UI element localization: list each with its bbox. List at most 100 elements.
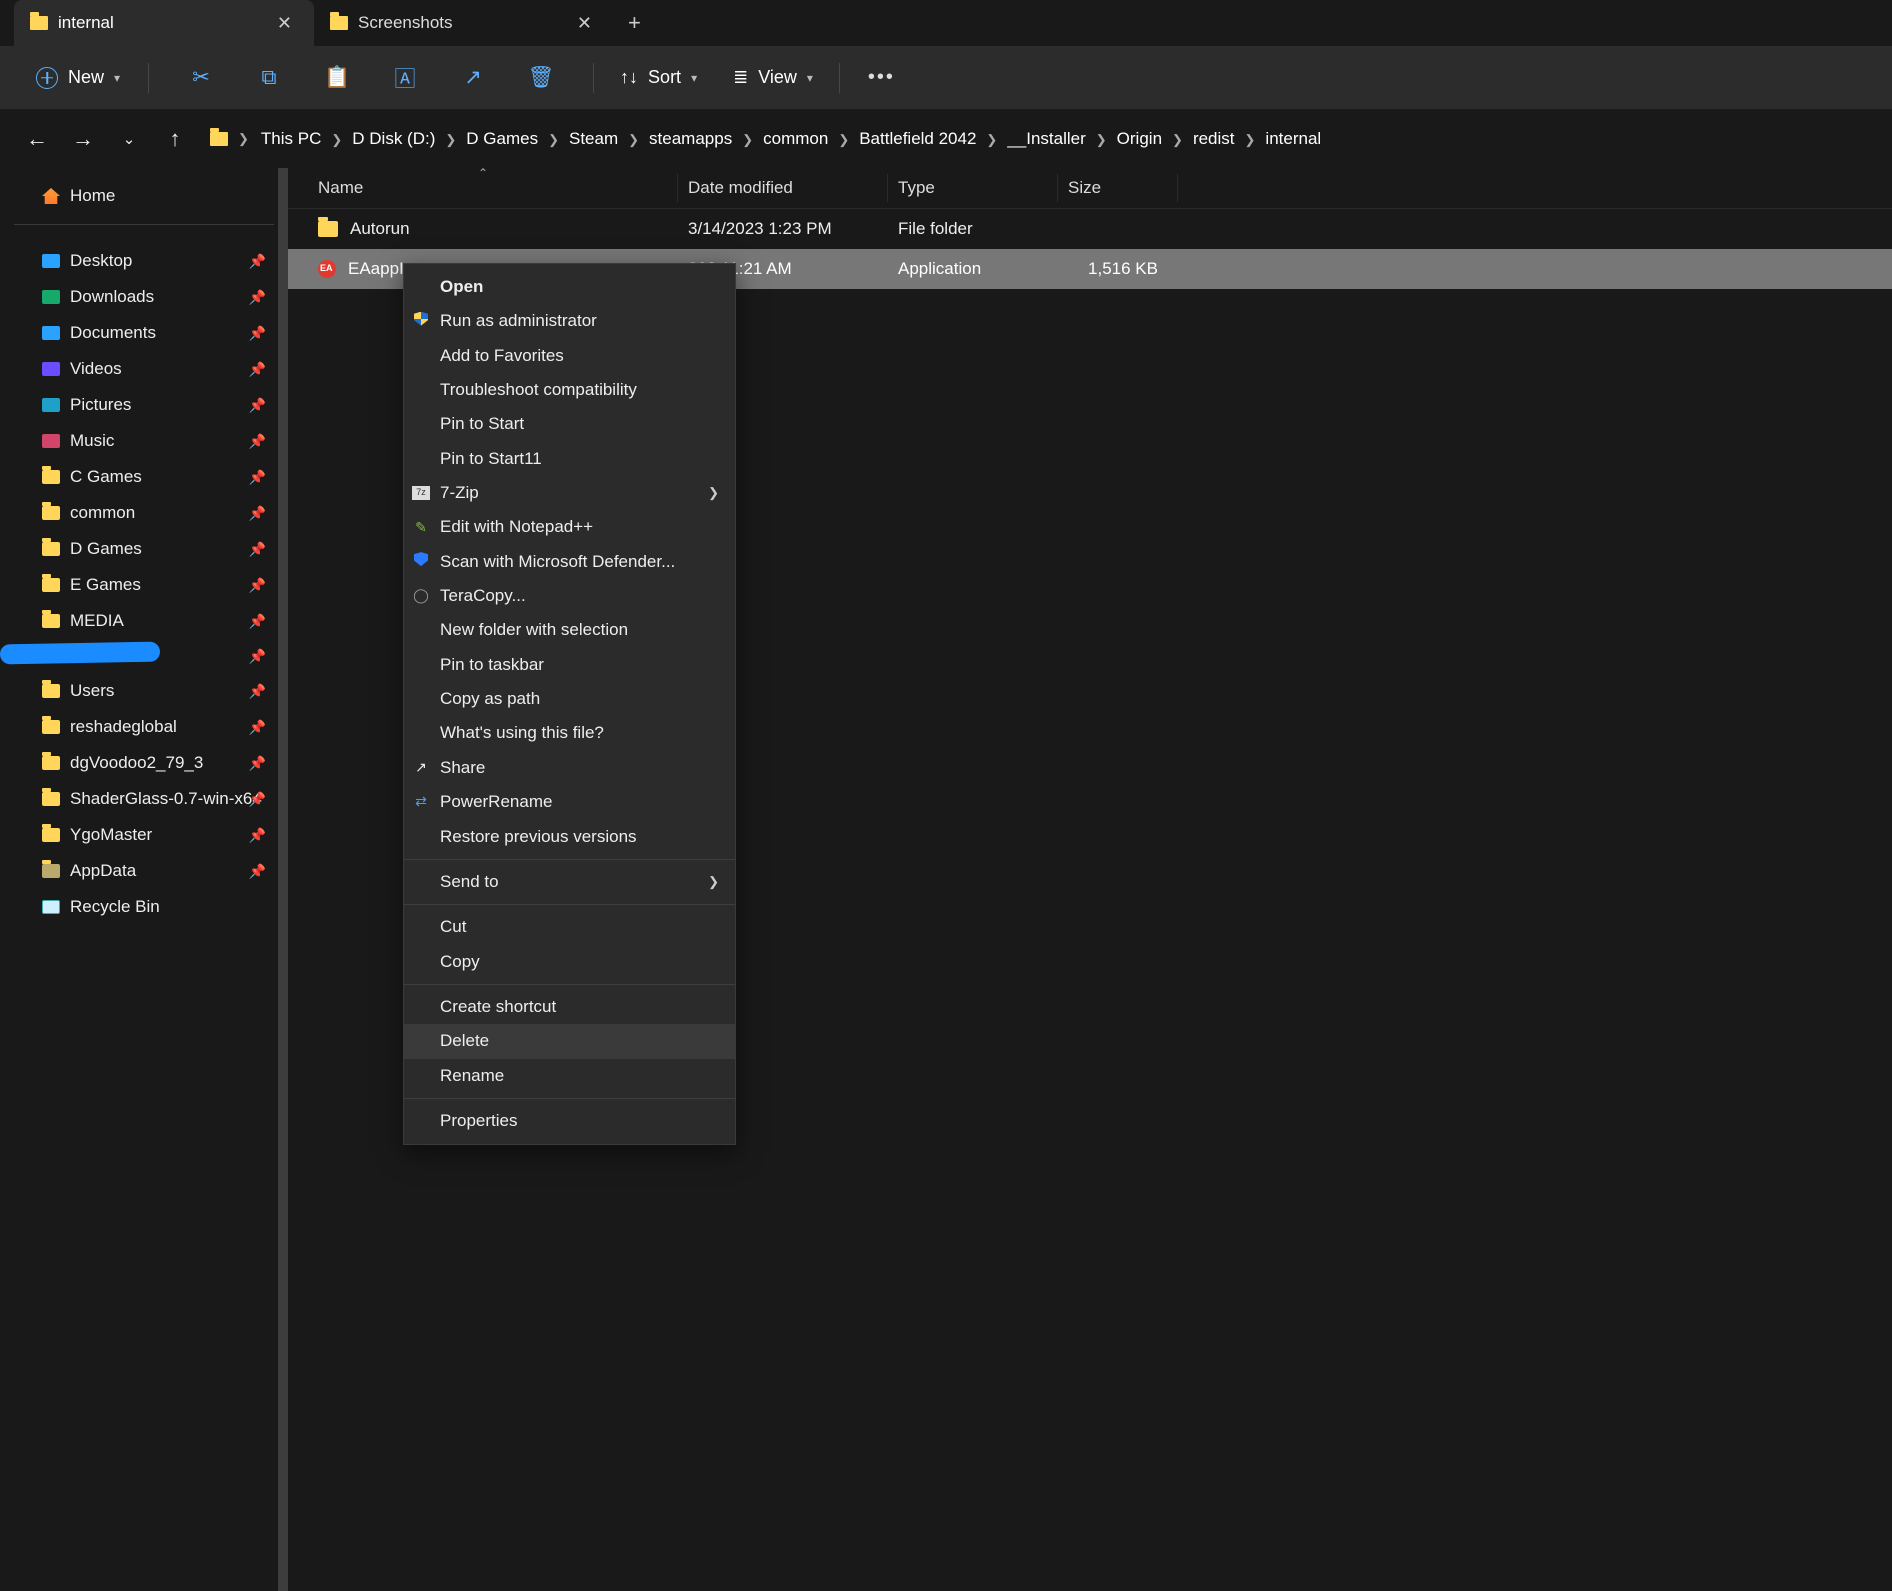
breadcrumb-item[interactable]: D Games (458, 125, 546, 152)
menu-item[interactable]: Pin to taskbar (404, 648, 735, 682)
sort-button[interactable]: ↑↓ Sort ▾ (612, 61, 705, 94)
menu-item[interactable]: Properties (404, 1104, 735, 1138)
back-button[interactable]: ← (16, 126, 58, 152)
breadcrumb-item[interactable]: internal (1257, 125, 1329, 152)
tab-internal[interactable]: internal ✕ (14, 0, 314, 46)
chevron-right-icon: ❯ (740, 132, 755, 147)
menu-item[interactable]: Delete (404, 1024, 735, 1058)
sidebar-item[interactable]: YgoMaster📌 (0, 817, 288, 853)
menu-item[interactable]: ↗Share (404, 751, 735, 785)
sidebar-item[interactable]: E Games📌 (0, 567, 288, 603)
file-row[interactable]: Autorun3/14/2023 1:23 PMFile folder (288, 209, 1892, 249)
new-button[interactable]: New ▾ (26, 61, 130, 95)
sidebar-item[interactable]: D Games📌 (0, 531, 288, 567)
sidebar-item[interactable]: C Games📌 (0, 459, 288, 495)
sidebar-item[interactable]: MEDIA📌 (0, 603, 288, 639)
sidebar-item-label: dgVoodoo2_79_3 (70, 753, 203, 773)
menu-item-label: Troubleshoot compatibility (440, 377, 637, 403)
folder-icon (42, 542, 60, 556)
menu-item-label: Copy as path (440, 686, 540, 712)
folder-icon (330, 16, 348, 30)
add-tab-button[interactable]: + (614, 10, 655, 36)
menu-item[interactable]: ✎Edit with Notepad++ (404, 510, 735, 544)
sidebar-item-label: Downloads (70, 287, 154, 307)
menu-item[interactable]: Copy as path (404, 682, 735, 716)
close-icon[interactable]: ✕ (571, 11, 598, 36)
menu-item[interactable]: Copy (404, 945, 735, 979)
close-icon[interactable]: ✕ (271, 11, 298, 36)
column-type[interactable]: Type (888, 174, 1058, 202)
breadcrumb-item[interactable]: Steam (561, 125, 626, 152)
sidebar-item[interactable]: ShaderGlass-0.7-win-x64📌 (0, 781, 288, 817)
menu-item[interactable]: What's using this file? (404, 716, 735, 750)
sidebar-item[interactable]: Pictures📌 (0, 387, 288, 423)
sidebar-item[interactable]: AppData📌 (0, 853, 288, 889)
breadcrumb[interactable]: ❯ This PC❯D Disk (D:)❯D Games❯Steam❯stea… (210, 129, 1329, 149)
menu-item-label: Run as administrator (440, 308, 597, 334)
sidebar-item-label: YgoMaster (70, 825, 152, 845)
context-menu: Open Run as administrator Add to Favorites… (403, 263, 736, 1145)
menu-item[interactable]: Pin to Start11 (404, 442, 735, 476)
breadcrumb-item[interactable]: Battlefield 2042 (851, 125, 984, 152)
menu-item[interactable]: Rename (404, 1059, 735, 1093)
sidebar-item-home[interactable]: Home (0, 178, 288, 214)
app-icon (318, 260, 336, 278)
menu-item[interactable]: Restore previous versions (404, 820, 735, 854)
menu-item[interactable]: Send to❯ (404, 865, 735, 899)
sidebar-item[interactable]: dgVoodoo2_79_3📌 (0, 745, 288, 781)
column-date[interactable]: Date modified (678, 174, 888, 202)
menu-item[interactable]: New folder with selection (404, 613, 735, 647)
sidebar-item[interactable]: Videos📌 (0, 351, 288, 387)
sidebar-item[interactable]: Documents📌 (0, 315, 288, 351)
chevron-right-icon: ❯ (836, 132, 851, 147)
sidebar-item-label: reshadeglobal (70, 717, 177, 737)
menu-item[interactable]: Run as administrator (404, 304, 735, 338)
sidebar-item-label: Recycle Bin (70, 897, 160, 917)
sidebar-item[interactable]: Desktop📌 (0, 243, 288, 279)
share-icon[interactable]: ↗ (451, 59, 495, 96)
rename-icon[interactable]: 🄰 (383, 57, 427, 99)
breadcrumb-item[interactable]: common (755, 125, 836, 152)
separator (839, 63, 840, 93)
breadcrumb-item[interactable]: redist (1185, 125, 1243, 152)
scrollbar[interactable] (278, 168, 288, 1591)
recent-button[interactable]: ⌄ (108, 130, 150, 148)
chevron-right-icon: ❯ (984, 132, 999, 147)
menu-item[interactable]: Pin to Start (404, 407, 735, 441)
menu-item[interactable]: ⇄PowerRename (404, 785, 735, 819)
menu-item[interactable]: Create shortcut (404, 990, 735, 1024)
breadcrumb-item[interactable]: This PC (253, 125, 329, 152)
pin-icon: 📌 (249, 433, 266, 450)
menu-item[interactable]: Scan with Microsoft Defender... (404, 545, 735, 579)
pin-icon: 📌 (249, 577, 266, 594)
breadcrumb-item[interactable]: D Disk (D:) (344, 125, 443, 152)
paste-icon[interactable]: 📋 (315, 60, 359, 96)
breadcrumb-item[interactable]: Origin (1109, 125, 1170, 152)
purple-icon (42, 362, 60, 376)
sidebar-item[interactable]: Recycle Bin (0, 889, 288, 925)
column-size[interactable]: Size (1058, 174, 1178, 202)
menu-item[interactable]: Open (404, 270, 735, 304)
sidebar-item[interactable]: Users📌 (0, 673, 288, 709)
sidebar-item[interactable]: Downloads📌 (0, 279, 288, 315)
delete-icon[interactable]: 🗑 (519, 60, 563, 96)
copy-icon[interactable]: ⧉ (247, 60, 291, 96)
tab-screenshots[interactable]: Screenshots ✕ (314, 0, 614, 46)
breadcrumb-item[interactable]: steamapps (641, 125, 740, 152)
breadcrumb-item[interactable]: __Installer (999, 125, 1093, 152)
menu-item[interactable]: Cut (404, 910, 735, 944)
cut-icon[interactable]: ✂ (179, 59, 223, 96)
sidebar-item[interactable]: Music📌 (0, 423, 288, 459)
view-button[interactable]: ≣ View ▾ (725, 61, 821, 94)
sidebar-item[interactable]: reshadeglobal📌 (0, 709, 288, 745)
sidebar-item[interactable]: 📌 (0, 639, 288, 673)
sidebar-item[interactable]: common📌 (0, 495, 288, 531)
menu-item[interactable]: ◯TeraCopy... (404, 579, 735, 613)
more-button[interactable]: ••• (858, 66, 905, 89)
menu-item[interactable]: Add to Favorites (404, 339, 735, 373)
menu-item[interactable]: 7z7-Zip❯ (404, 476, 735, 510)
menu-item[interactable]: Troubleshoot compatibility (404, 373, 735, 407)
column-name[interactable]: Name (308, 174, 678, 202)
up-button[interactable]: ↑ (154, 126, 196, 152)
forward-button[interactable]: → (62, 126, 104, 152)
